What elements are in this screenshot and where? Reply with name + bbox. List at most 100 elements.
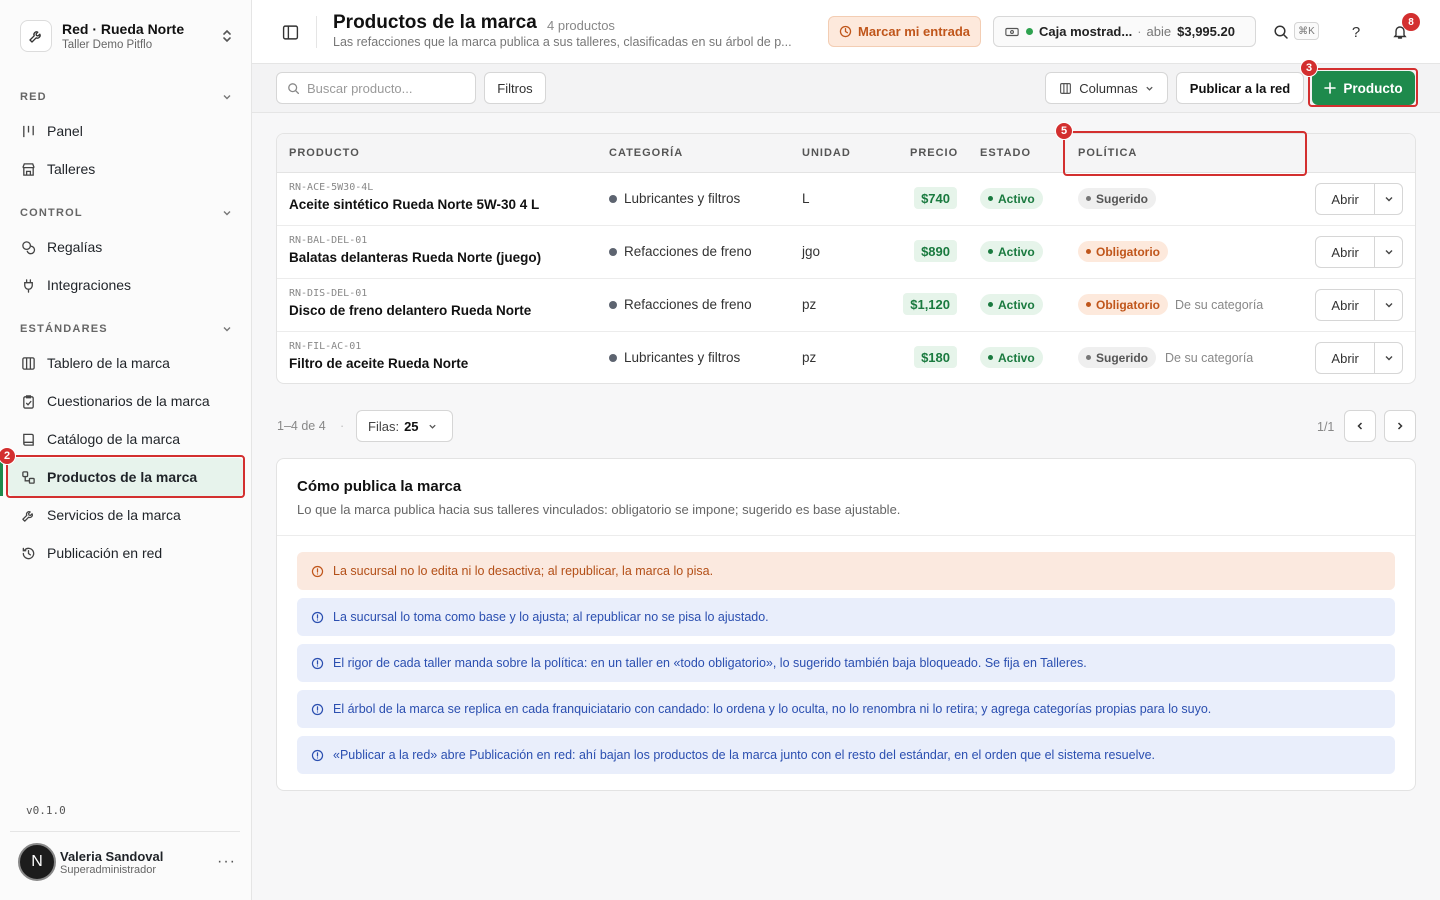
search-icon[interactable] [1271, 22, 1291, 42]
column-header-category[interactable]: CATEGORÍA [609, 147, 683, 159]
product-name: Filtro de aceite Rueda Norte [289, 356, 469, 371]
cash-status: abie [1146, 24, 1172, 39]
columns-icon [1060, 82, 1072, 94]
product-unit: pz [802, 297, 817, 312]
info-subtitle: Lo que la marca publica hacia sus taller… [297, 502, 901, 517]
plug-icon [20, 277, 36, 293]
product-count: 4 productos [547, 18, 615, 33]
product-price: $890 [914, 240, 957, 262]
category-label: Lubricantes y filtros [624, 350, 741, 365]
columns-button[interactable]: Columnas [1045, 72, 1168, 104]
cash-amount: $3,995.20 [1177, 24, 1235, 39]
sidebar-item-tablero[interactable]: Tablero de la marca [8, 344, 244, 382]
status-label: Activo [998, 244, 1035, 259]
search-field[interactable] [276, 72, 476, 104]
section-control[interactable]: CONTROL [20, 204, 232, 222]
columns-label: Columnas [1079, 80, 1138, 96]
sidebar-item-label: Talleres [47, 161, 96, 177]
sidebar-item-regalias[interactable]: Regalías [8, 228, 244, 266]
sidebar-item-panel[interactable]: Panel [8, 112, 244, 150]
products-table: PRODUCTO CATEGORÍA UNIDAD PRECIO ESTADO … [276, 133, 1416, 384]
info-circle-icon [311, 703, 324, 715]
table-row[interactable]: RN-FIL-AC-01 Filtro de aceite Rueda Nort… [277, 332, 1415, 383]
rows-per-page-select[interactable]: Filas: 25 [356, 410, 453, 442]
policy-inherited-note: De su categoría [1175, 298, 1264, 312]
info-circle-icon [311, 611, 324, 623]
pagination-separator: · [340, 419, 345, 433]
table-row[interactable]: RN-ACE-5W30-4L Aceite sintético Rueda No… [277, 173, 1415, 226]
pagination-range: 1–4 de 4 [277, 419, 326, 433]
row-actions: Abrir [1315, 183, 1403, 215]
info-title: Cómo publica la marca [297, 478, 462, 495]
chevron-down-icon[interactable] [1375, 237, 1402, 267]
notice-info: La sucursal lo toma como base y lo ajust… [297, 598, 1395, 636]
section-label: ESTÁNDARES [20, 323, 108, 335]
sidebar-item-servicios[interactable]: Servicios de la marca [8, 496, 244, 534]
chevron-left-icon [1357, 422, 1363, 430]
sidebar-item-catalogo[interactable]: Catálogo de la marca [8, 420, 244, 458]
column-header-price[interactable]: PRECIO [910, 147, 958, 159]
sidebar-toggle-icon[interactable] [280, 22, 300, 42]
search-input[interactable] [307, 80, 467, 96]
open-button[interactable]: Abrir [1316, 184, 1376, 214]
open-button[interactable]: Abrir [1316, 237, 1376, 267]
open-button[interactable]: Abrir [1316, 343, 1376, 373]
chevron-down-icon [223, 211, 231, 216]
divider [277, 535, 1415, 536]
top-header: Productos de la marca 4 productos Las re… [252, 0, 1440, 64]
register-icon [1005, 27, 1019, 36]
policy-badge: Obligatorio [1078, 294, 1168, 315]
policy-badge: Sugerido [1078, 188, 1157, 209]
sidebar-item-productos[interactable]: Productos de la marca [8, 458, 244, 496]
status-badge: Activo [980, 188, 1043, 209]
status-label: Activo [998, 191, 1035, 206]
sidebar-item-integraciones[interactable]: Integraciones [8, 266, 244, 304]
publish-to-network-button[interactable]: Publicar a la red [1176, 72, 1304, 104]
open-button[interactable]: Abrir [1316, 290, 1376, 320]
category-label: Refacciones de freno [624, 297, 752, 312]
column-header-unit[interactable]: UNIDAD [802, 147, 851, 159]
section-red[interactable]: RED [20, 88, 232, 106]
more-horizontal-icon[interactable]: ··· [217, 853, 236, 871]
chevrons-up-down-icon [220, 27, 234, 45]
status-badge: Activo [980, 241, 1043, 262]
product-unit: pz [802, 350, 817, 365]
plus-icon [1324, 82, 1337, 94]
filters-button[interactable]: Filtros [484, 72, 546, 104]
product-price: $180 [914, 346, 957, 368]
sidebar-item-talleres[interactable]: Talleres [8, 150, 244, 188]
help-icon[interactable]: ? [1346, 22, 1366, 42]
column-header-product[interactable]: PRODUCTO [289, 147, 360, 159]
section-estandares[interactable]: ESTÁNDARES [20, 320, 232, 338]
product-price: $1,120 [903, 293, 957, 315]
notice-info: «Publicar a la red» abre Publicación en … [297, 736, 1395, 774]
cash-register-selector[interactable]: Caja mostrad... · abie $3,995.20 [993, 16, 1256, 47]
notice-warning: La sucursal no lo edita ni lo desactiva;… [297, 552, 1395, 590]
add-product-button[interactable]: Producto [1312, 71, 1415, 105]
publishing-info-card: Cómo publica la marca Lo que la marca pu… [276, 458, 1416, 791]
policy-inherited-note: De su categoría [1165, 351, 1254, 365]
product-unit: L [802, 191, 810, 206]
table-row[interactable]: RN-DIS-DEL-01 Disco de freno delantero R… [277, 279, 1415, 332]
sidebar-item-label: Cuestionarios de la marca [47, 393, 210, 409]
next-page-button[interactable] [1384, 410, 1416, 442]
sidebar-item-label: Productos de la marca [47, 469, 198, 485]
org-switcher[interactable]: Red · Rueda Norte Taller Demo Pitflo [20, 17, 234, 55]
search-icon [288, 82, 300, 94]
column-header-policy[interactable]: POLÍTICA [1078, 147, 1137, 159]
category-dot [609, 353, 617, 362]
column-header-status[interactable]: ESTADO [980, 147, 1031, 159]
status-label: Activo [998, 297, 1035, 312]
sidebar-item-publicacion[interactable]: Publicación en red [8, 534, 244, 572]
sidebar-item-cuestionarios[interactable]: Cuestionarios de la marca [8, 382, 244, 420]
row-actions: Abrir [1315, 236, 1403, 268]
table-row[interactable]: RN-BAL-DEL-01 Balatas delanteras Rueda N… [277, 226, 1415, 279]
chevron-down-icon[interactable] [1375, 184, 1402, 214]
chevron-down-icon[interactable] [1375, 343, 1402, 373]
publish-label: Publicar a la red [1189, 80, 1291, 96]
user-menu[interactable]: N Valeria Sandoval Superadministrador ··… [18, 842, 236, 882]
chevron-down-icon[interactable] [1375, 290, 1402, 320]
prev-page-button[interactable] [1344, 410, 1376, 442]
check-in-button[interactable]: Marcar mi entrada [828, 16, 981, 47]
info-circle-icon [311, 657, 324, 669]
